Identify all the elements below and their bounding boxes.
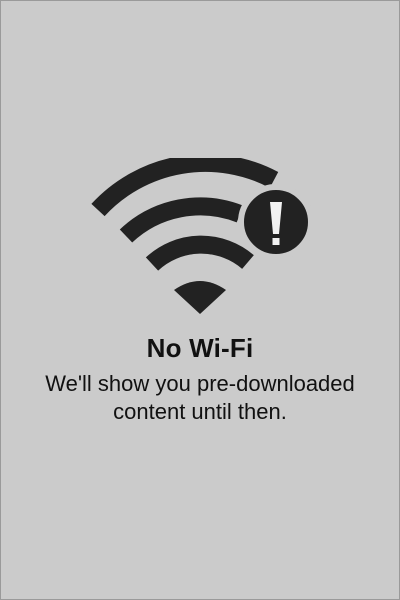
wifi-dot	[174, 281, 226, 314]
wifi-inner-arc	[145, 235, 254, 271]
exclamation-dot	[272, 238, 280, 245]
wifi-warning-icon	[86, 158, 318, 314]
status-title: No Wi-Fi	[146, 333, 254, 363]
wifi-middle-arc	[119, 197, 244, 243]
status-message: We'll show you pre-downloaded content un…	[45, 371, 355, 424]
